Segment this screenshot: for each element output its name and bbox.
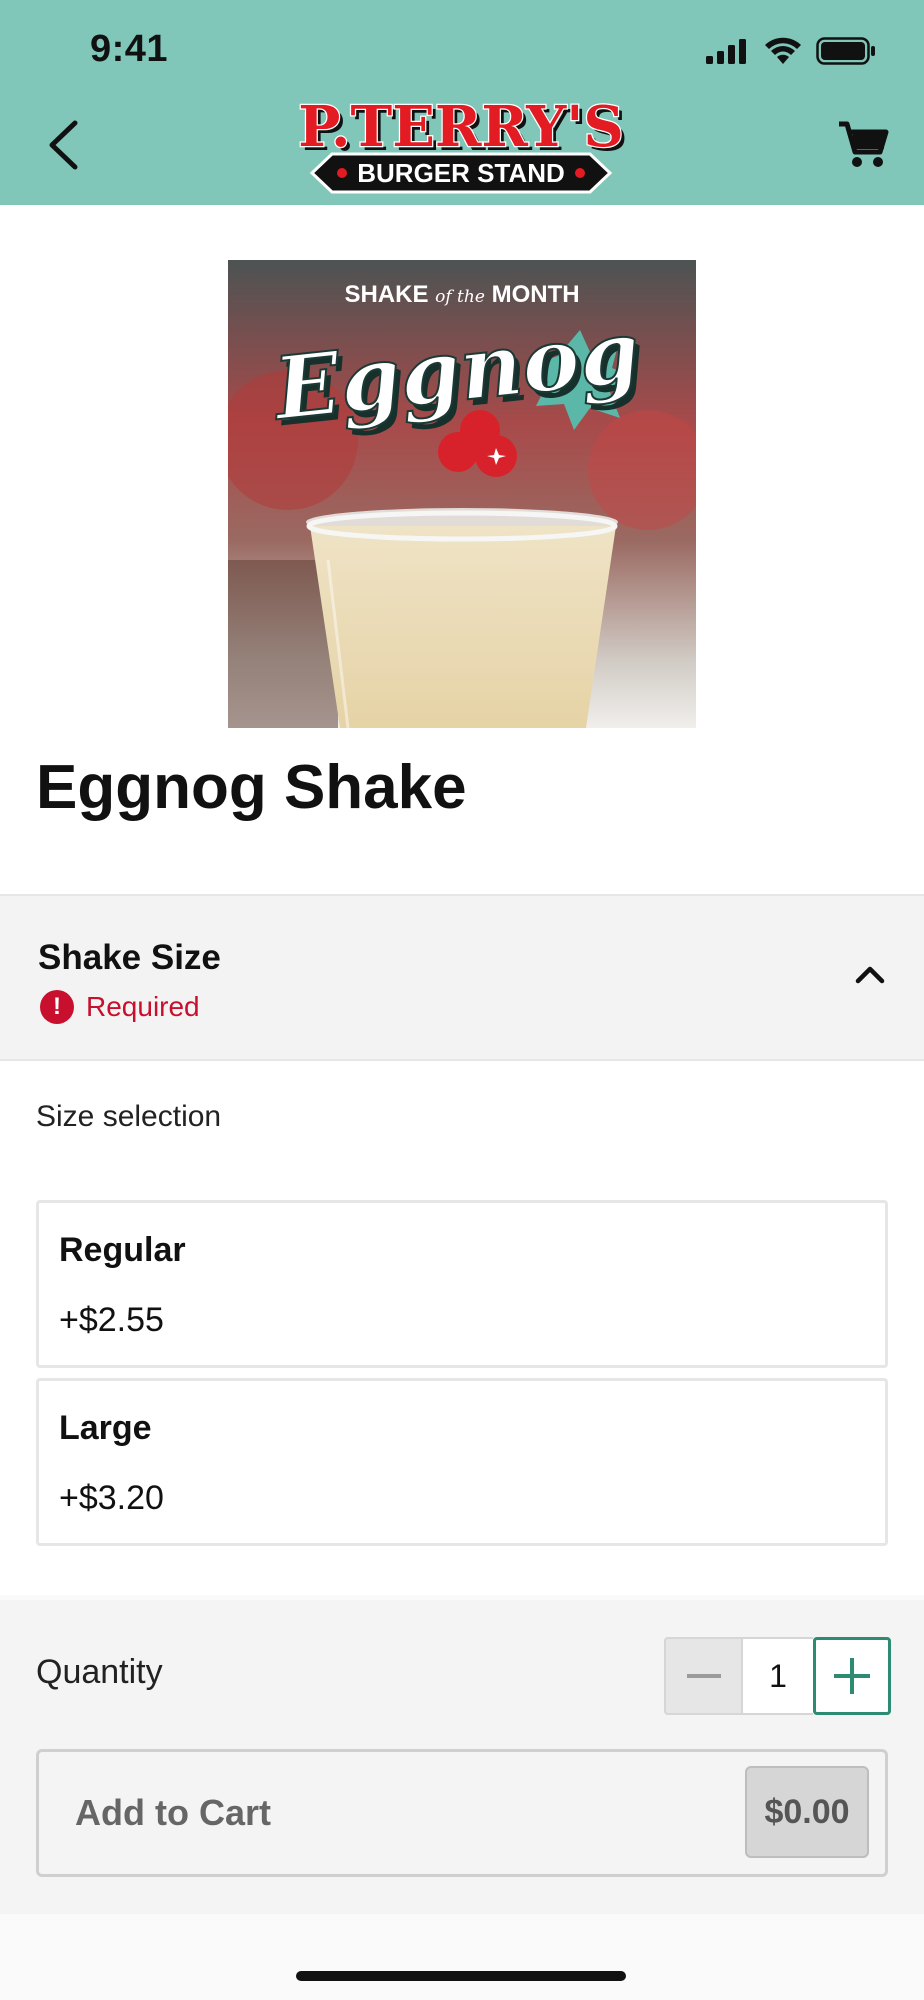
size-option-large[interactable]: Large +$3.20 [36,1378,888,1546]
increase-quantity-button[interactable] [813,1637,891,1715]
order-footer: Quantity 1 Add to Cart $0.00 [0,1600,924,1914]
cart-button[interactable] [828,112,898,178]
svg-text:BURGER STAND: BURGER STAND [357,158,565,188]
option-name: Regular [59,1231,186,1269]
option-price: +$2.55 [59,1301,164,1339]
option-price: +$3.20 [59,1479,164,1517]
svg-text:P.TERRY'S: P.TERRY'S [298,94,624,160]
shake-size-section-header[interactable]: Shake Size ! Required [0,894,924,1061]
product-image-art: SHAKE of the MONTH Eggnog Eggnog [228,260,696,728]
chevron-left-icon [49,120,78,170]
cart-total-price: $0.00 [745,1766,869,1858]
size-selection-label: Size selection [36,1100,222,1133]
status-time: 9:41 [90,28,169,70]
option-name: Large [59,1409,152,1447]
status-icons [706,32,876,70]
wifi-icon [765,37,801,64]
alert-icon: ! [40,990,74,1024]
plus-icon [834,1658,870,1694]
decrease-quantity-button[interactable] [664,1637,743,1715]
size-option-regular[interactable]: Regular +$2.55 [36,1200,888,1368]
section-title: Shake Size [38,938,221,977]
battery-icon [816,37,875,65]
product-title: Eggnog Shake [36,753,467,822]
home-indicator [296,1971,626,1981]
quantity-value: 1 [743,1637,813,1715]
app-header: 9:41 P.TERRY'S P.TERRY'S BURGER STAND [0,0,924,205]
minus-icon [686,1674,721,1678]
add-to-cart-label: Add to Cart [75,1792,271,1833]
signal-icon [706,39,746,64]
required-label: Required [86,991,200,1022]
add-to-cart-button[interactable]: Add to Cart $0.00 [36,1749,888,1877]
brand-logo: P.TERRY'S P.TERRY'S BURGER STAND [297,93,628,194]
product-image: SHAKE of the MONTH Eggnog Eggnog [228,260,696,728]
back-button[interactable] [38,110,88,180]
cart-icon [839,121,889,167]
required-indicator: ! Required [40,990,200,1024]
chevron-up-icon[interactable] [850,954,890,994]
quantity-stepper: 1 [664,1637,891,1715]
quantity-label: Quantity [36,1653,163,1691]
